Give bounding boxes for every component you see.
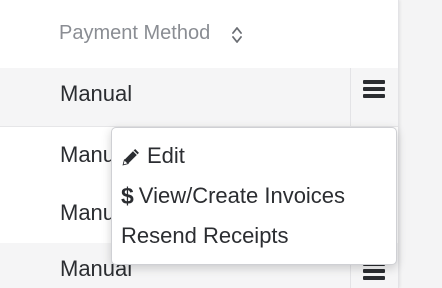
payment-method-column-header[interactable]: Payment Method [59,22,210,45]
pencil-icon [122,148,139,165]
dollar-icon: $ [121,182,134,209]
hamburger-menu-icon [363,80,385,98]
resend-receipts-menu-item[interactable]: Resend Receipts [121,220,289,252]
resend-receipts-label: Resend Receipts [121,223,289,248]
payment-method-cell: Manual [60,81,133,106]
table-header: Payment Method [0,0,398,69]
table-row: Manual [0,68,398,127]
row-actions-dropdown: Edit $ View/Create Invoices Resend Recei… [111,127,397,265]
edit-menu-item[interactable]: Edit [121,140,185,172]
view-create-invoices-menu-item[interactable]: $ View/Create Invoices [121,180,345,212]
sort-icon[interactable] [232,25,242,45]
row-actions-button[interactable] [350,68,398,126]
edit-label: Edit [147,143,185,168]
view-create-invoices-label: View/Create Invoices [138,183,346,208]
